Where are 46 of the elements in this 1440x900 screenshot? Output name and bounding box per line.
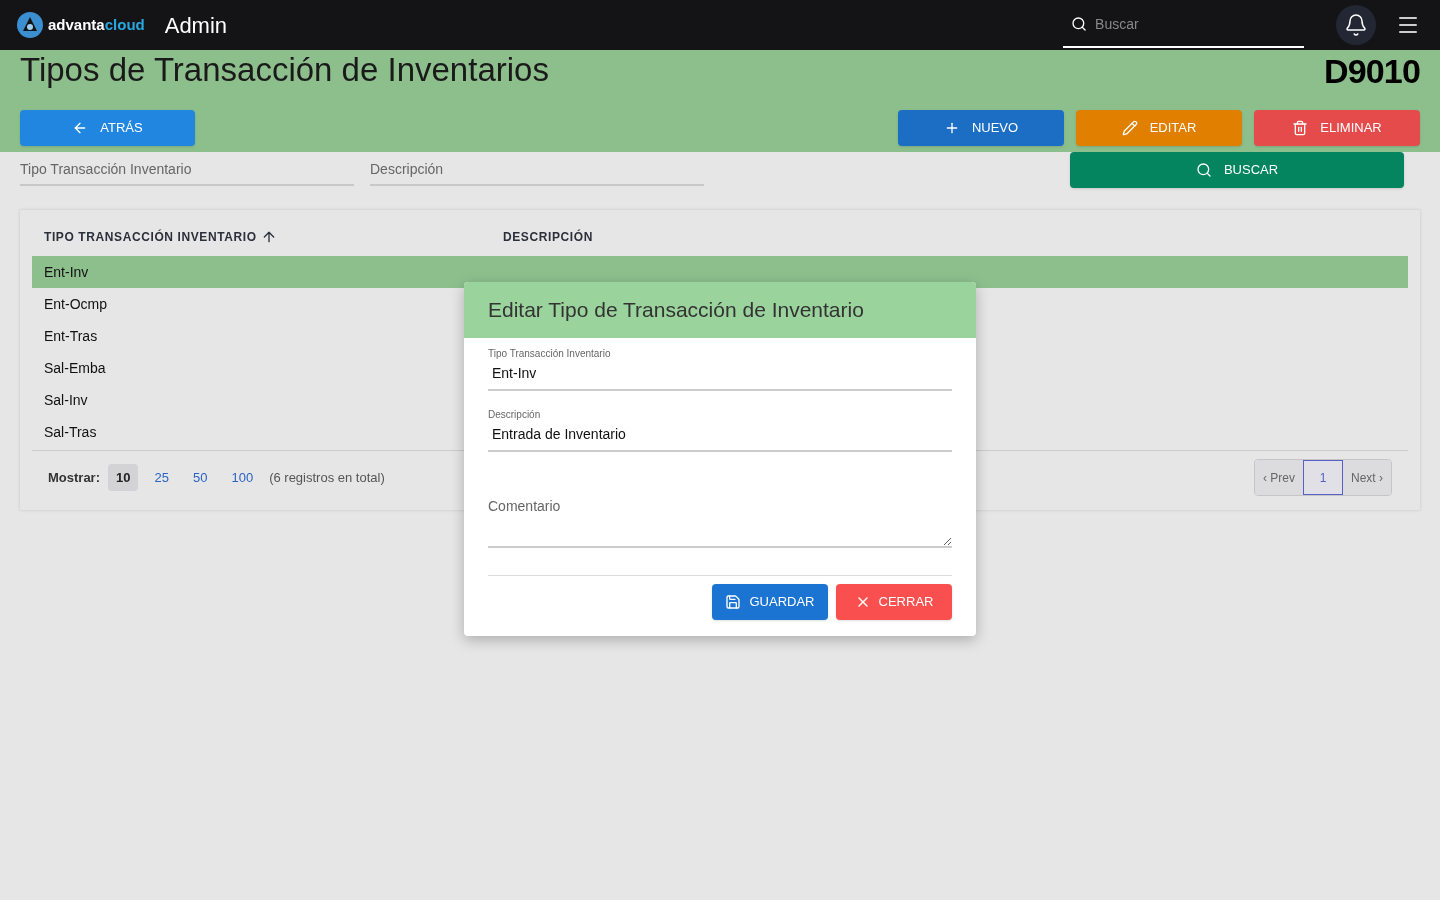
field-label: Descripción (488, 408, 541, 422)
trash-icon (1292, 120, 1309, 136)
delete-button[interactable]: ELIMINAR (1254, 110, 1420, 146)
close-button[interactable]: CERRAR (836, 584, 952, 620)
save-icon (725, 594, 742, 610)
selected-row[interactable]: Ent-Inv (32, 256, 1408, 288)
back-button[interactable]: ATRÁS (20, 110, 195, 146)
save-button[interactable]: GUARDAR (712, 584, 828, 620)
bell-icon (1344, 13, 1368, 37)
pagination-button[interactable]: ‹ Prev (1254, 460, 1303, 495)
app-title: Admin (164, 11, 228, 40)
new-button[interactable]: NUEVO (898, 110, 1064, 146)
pagination-button[interactable]: Next › (1343, 460, 1391, 495)
page-size-option[interactable]: 25 (146, 463, 177, 492)
page-code: D9010 (1324, 51, 1420, 92)
pagination-button[interactable]: 1 (1303, 460, 1343, 495)
total-count: (6 registros en total) (269, 468, 385, 487)
text-field[interactable]: Entrada de Inventario (488, 424, 952, 445)
notification-button[interactable] (1336, 5, 1376, 45)
comment-field[interactable]: Comentario (488, 480, 952, 548)
search-icon (1071, 15, 1088, 33)
page-title: Tipos de Transacción de Inventarios (20, 50, 549, 90)
table-cell-text: Ent-Ocmp (44, 294, 107, 314)
table-cell-text: Sal-Emba (44, 358, 106, 378)
table-cell-text: Ent-Tras (44, 326, 98, 346)
table-cell-text: Sal-Tras (44, 422, 97, 442)
show-label: Mostrar: (48, 468, 100, 487)
filter-field[interactable]: Descripción (370, 154, 704, 186)
search-icon (1195, 162, 1212, 178)
filter-field[interactable]: Tipo Transacción Inventario (20, 154, 354, 186)
edit-button[interactable]: EDITAR (1076, 110, 1242, 146)
table-cell-text: Ent-Inv (44, 262, 89, 282)
page-size-option[interactable]: 50 (184, 463, 216, 492)
text-field[interactable]: Ent-Inv (488, 363, 952, 384)
field-label: Tipo Transacción Inventario (488, 347, 611, 361)
page-size-option[interactable]: 100 (223, 463, 262, 492)
page-size-option[interactable]: 10 (108, 463, 139, 492)
search-button[interactable]: BUSCAR (1070, 152, 1404, 188)
logo-icon (16, 11, 44, 39)
column-header[interactable]: DESCRIPCIÓN (491, 228, 605, 246)
pencil-icon (1121, 120, 1138, 136)
brand-logo: advantacloud (48, 14, 145, 35)
column-header[interactable]: TIPO TRANSACCIÓN INVENTARIO (32, 228, 491, 246)
search-field[interactable]: Buscar (1095, 13, 1296, 35)
dialog-title: Editar Tipo de Transacción de Inventario (488, 297, 864, 324)
table-cell-text: Sal-Inv (44, 390, 88, 410)
